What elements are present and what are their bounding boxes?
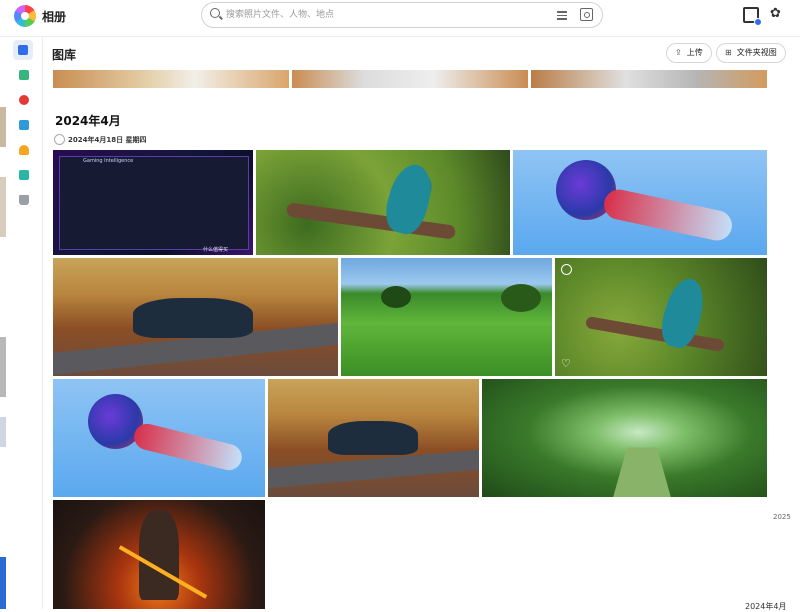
sidebar-item-gallery[interactable] bbox=[13, 40, 33, 60]
background-window-strip bbox=[0, 557, 6, 609]
search-input[interactable] bbox=[226, 6, 526, 24]
photo-green-hills[interactable] bbox=[341, 258, 552, 376]
photo-partial-previous[interactable] bbox=[292, 70, 528, 88]
select-photo-checkbox[interactable] bbox=[561, 264, 572, 275]
filter-icon[interactable] bbox=[557, 9, 567, 20]
app-title: 相册 bbox=[42, 10, 67, 24]
background-window-strip bbox=[0, 337, 6, 397]
folder-view-label: 文件夹视图 bbox=[736, 48, 777, 57]
top-bar: 相册 ✿ bbox=[0, 0, 800, 37]
photos-logo-icon bbox=[14, 5, 36, 27]
upload-label: 上传 bbox=[686, 48, 703, 57]
photo-partial-previous[interactable] bbox=[53, 70, 289, 88]
photo-jellyfish[interactable] bbox=[513, 150, 767, 255]
gear-icon[interactable]: ✿ bbox=[770, 7, 781, 21]
monitor-icon bbox=[19, 120, 29, 130]
search-bar[interactable] bbox=[201, 2, 603, 28]
select-day-checkbox[interactable] bbox=[54, 134, 65, 145]
sidebar-item-shared[interactable] bbox=[14, 165, 32, 183]
photo-blue-bird-2[interactable]: ♡ bbox=[555, 258, 767, 376]
background-window-strip bbox=[0, 177, 6, 237]
timeline-year-marker[interactable]: 2025 bbox=[773, 513, 791, 521]
upload-button[interactable]: ⇪ 上传 bbox=[666, 43, 712, 63]
watermark-text: 什么值得买 bbox=[203, 247, 229, 253]
sidebar-item-favorites[interactable] bbox=[14, 90, 32, 108]
background-window-strip bbox=[0, 417, 6, 447]
photo-partial-previous[interactable] bbox=[531, 70, 767, 88]
page-title: 图库 bbox=[52, 48, 77, 62]
picture-icon bbox=[18, 45, 28, 55]
people-icon bbox=[19, 145, 29, 155]
timeline-month-marker[interactable]: 2024年4月 bbox=[745, 601, 786, 612]
photo-mossy-forest[interactable] bbox=[482, 379, 767, 497]
favorite-heart-icon[interactable]: ♡ bbox=[561, 358, 571, 369]
date-label: 2024年4月18日 星期四 bbox=[68, 136, 147, 144]
photo-blue-bird[interactable] bbox=[256, 150, 510, 255]
albums-icon bbox=[19, 70, 29, 80]
heart-icon bbox=[19, 95, 29, 105]
photo-classic-car[interactable] bbox=[53, 258, 338, 376]
sidebar-item-people[interactable] bbox=[14, 140, 32, 158]
background-window-strip bbox=[0, 107, 6, 147]
sidebar bbox=[0, 37, 43, 609]
trash-icon bbox=[19, 195, 29, 205]
calendar-badge-icon[interactable] bbox=[743, 7, 762, 26]
month-title: 2024年4月 bbox=[55, 114, 121, 128]
sidebar-item-albums[interactable] bbox=[14, 65, 32, 83]
upload-icon: ⇪ bbox=[675, 48, 682, 57]
vision-search-icon[interactable] bbox=[580, 8, 593, 21]
gaming-software-title: Gaming Intelligence bbox=[83, 158, 134, 164]
photo-classic-car-2[interactable] bbox=[268, 379, 479, 497]
search-icon bbox=[210, 8, 220, 18]
shared-icon bbox=[19, 170, 29, 180]
folder-grid-icon: ⊞ bbox=[725, 48, 732, 57]
sidebar-item-screen[interactable] bbox=[14, 115, 32, 133]
photo-tiger-warrior[interactable] bbox=[53, 500, 265, 609]
sidebar-item-trash[interactable] bbox=[14, 190, 32, 208]
photo-jellyfish-2[interactable] bbox=[53, 379, 265, 497]
photo-gaming-software[interactable]: Gaming Intelligence 什么值得买 bbox=[53, 150, 253, 255]
folder-view-button[interactable]: ⊞ 文件夹视图 bbox=[716, 43, 786, 63]
